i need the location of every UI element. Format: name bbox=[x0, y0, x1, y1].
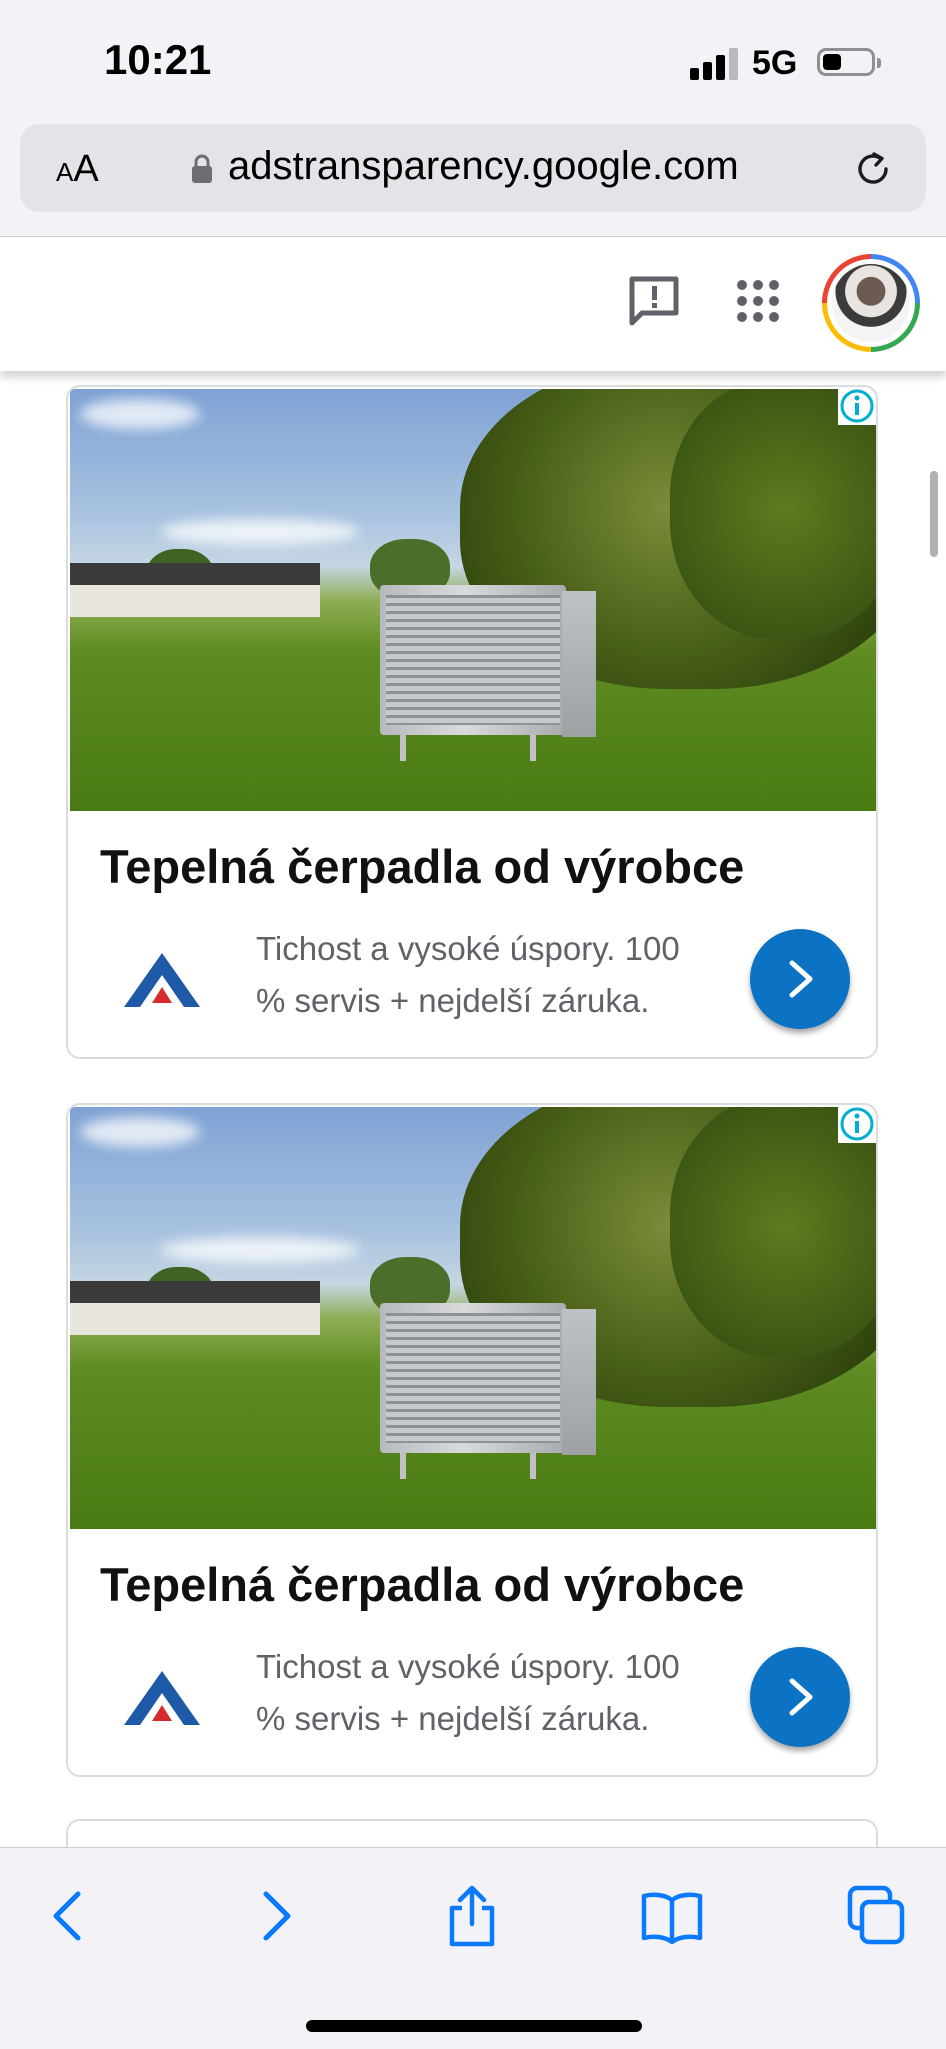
browser-address-area: AA adstransparency.google.com bbox=[0, 120, 946, 237]
ads-list[interactable]: Tepelná čerpadla od výrobce Tichost a vy… bbox=[0, 371, 946, 1847]
ad-card[interactable]: Tepelná čerpadla od výrobce Tichost a vy… bbox=[66, 385, 878, 1059]
avatar-photo bbox=[832, 264, 910, 342]
chevron-right-icon bbox=[789, 960, 813, 998]
share-icon[interactable] bbox=[440, 1884, 504, 1948]
battery-icon bbox=[817, 48, 881, 76]
heat-pump-unit bbox=[380, 585, 596, 761]
account-avatar[interactable] bbox=[822, 254, 920, 352]
address-bar[interactable]: AA adstransparency.google.com bbox=[20, 124, 926, 212]
feedback-icon[interactable] bbox=[626, 273, 682, 329]
ad-card[interactable]: Tepelná čerpadla od výrobce Tichost a vy… bbox=[66, 1103, 878, 1777]
heat-pump-unit bbox=[380, 1303, 596, 1479]
reload-icon[interactable] bbox=[850, 146, 896, 192]
ad-open-button[interactable] bbox=[750, 929, 850, 1029]
network-type: 5G bbox=[752, 44, 798, 82]
bookmarks-icon[interactable] bbox=[640, 1884, 704, 1948]
status-bar: 10:21 5G bbox=[0, 0, 946, 120]
browser-toolbar bbox=[0, 1847, 946, 2049]
lock-icon bbox=[192, 154, 212, 183]
ad-title[interactable]: Tepelná čerpadla od výrobce bbox=[100, 839, 744, 894]
url-text[interactable]: adstransparency.google.com bbox=[228, 144, 739, 189]
scrollbar[interactable] bbox=[930, 471, 938, 557]
home-indicator[interactable] bbox=[306, 2020, 642, 2032]
ad-title[interactable]: Tepelná čerpadla od výrobce bbox=[100, 1557, 744, 1612]
status-time: 10:21 bbox=[104, 36, 212, 83]
ad-description: Tichost a vysoké úspory. 100 % servis + … bbox=[256, 1648, 680, 1737]
apps-grid-icon[interactable] bbox=[734, 277, 782, 325]
ad-open-button[interactable] bbox=[750, 1647, 850, 1747]
cellular-signal-icon bbox=[690, 46, 740, 80]
ad-image[interactable] bbox=[70, 389, 876, 811]
chevron-right-icon bbox=[789, 1678, 813, 1716]
ad-description: Tichost a vysoké úspory. 100 % servis + … bbox=[256, 930, 680, 1019]
site-header bbox=[0, 237, 946, 371]
advertiser-logo-icon bbox=[124, 1671, 200, 1725]
text-size-button[interactable]: AA bbox=[56, 148, 99, 191]
back-icon[interactable] bbox=[38, 1884, 102, 1948]
tabs-icon[interactable] bbox=[844, 1884, 908, 1948]
info-icon[interactable] bbox=[838, 387, 876, 425]
advertiser-logo-icon bbox=[124, 953, 200, 1007]
forward-icon[interactable] bbox=[242, 1884, 306, 1948]
ad-image[interactable] bbox=[70, 1107, 876, 1529]
ad-card-partial[interactable] bbox=[66, 1819, 878, 1847]
info-icon[interactable] bbox=[838, 1105, 876, 1143]
